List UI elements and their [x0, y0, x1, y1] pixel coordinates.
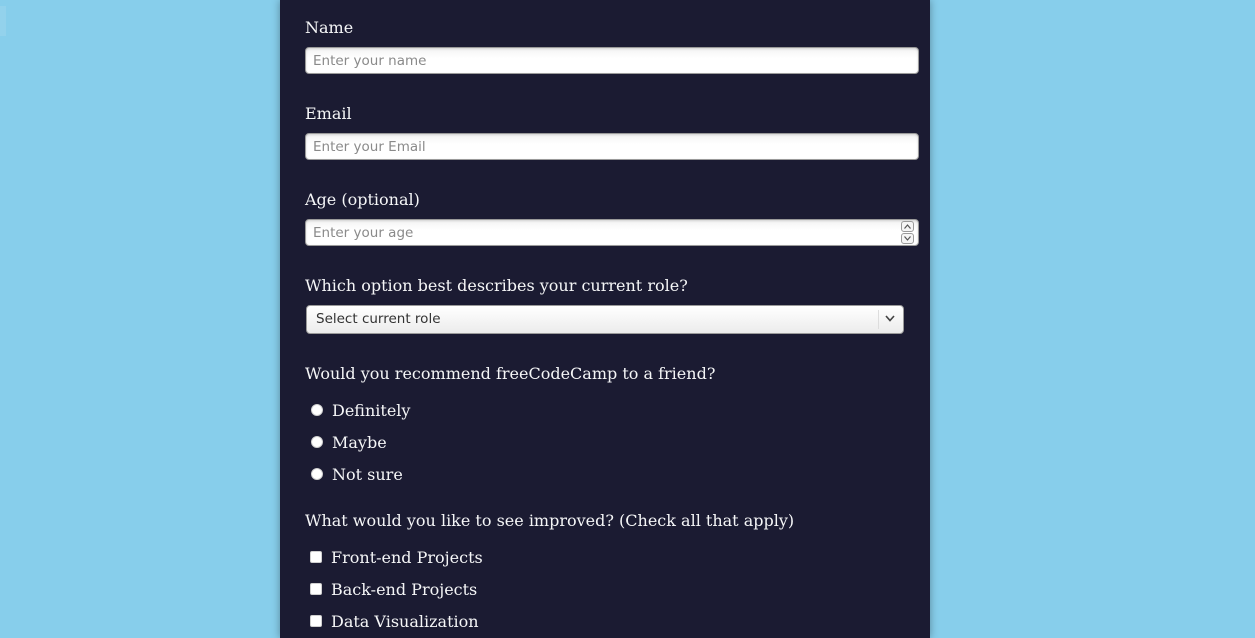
- role-select-value: Select current role: [316, 311, 441, 327]
- role-select[interactable]: Select current role: [306, 305, 904, 334]
- improve-label: What would you like to see improved? (Ch…: [305, 511, 795, 530]
- page-edge-marker: [0, 6, 6, 36]
- radio-button[interactable]: [311, 404, 323, 416]
- radio-button[interactable]: [311, 468, 323, 480]
- checkbox-option-front-end[interactable]: Front-end Projects: [310, 547, 483, 567]
- chevron-down-icon: [904, 236, 911, 241]
- age-field: [280, 219, 930, 246]
- radio-option-maybe[interactable]: Maybe: [310, 432, 387, 452]
- checkbox-label: Data Visualization: [331, 611, 479, 631]
- radio-label: Definitely: [332, 400, 411, 420]
- radio-button[interactable]: [311, 436, 323, 448]
- radio-label: Not sure: [332, 464, 403, 484]
- age-spinner[interactable]: [901, 221, 914, 244]
- radio-option-not-sure[interactable]: Not sure: [310, 464, 403, 484]
- email-input[interactable]: [305, 133, 919, 160]
- checkbox-label: Front-end Projects: [331, 547, 483, 567]
- age-input[interactable]: [305, 219, 919, 246]
- age-label: Age (optional): [305, 190, 420, 209]
- checkbox-option-data-visualization[interactable]: Data Visualization: [310, 611, 479, 631]
- checkbox[interactable]: [310, 615, 322, 627]
- name-input[interactable]: [305, 47, 919, 74]
- email-label: Email: [305, 104, 352, 123]
- increment-button[interactable]: [901, 221, 914, 232]
- checkbox-label: Back-end Projects: [331, 579, 478, 599]
- radio-label: Maybe: [332, 432, 387, 452]
- decrement-button[interactable]: [901, 233, 914, 244]
- select-divider: [878, 310, 879, 329]
- survey-form: Name Email Age (optional) Which option b…: [280, 0, 930, 638]
- radio-option-definitely[interactable]: Definitely: [310, 400, 410, 420]
- checkbox[interactable]: [310, 583, 322, 595]
- checkbox-option-back-end[interactable]: Back-end Projects: [310, 579, 477, 599]
- chevron-down-icon: [885, 315, 895, 322]
- checkbox[interactable]: [310, 551, 322, 563]
- recommend-label: Would you recommend freeCodeCamp to a fr…: [305, 364, 716, 383]
- chevron-up-icon: [904, 224, 911, 229]
- role-label: Which option best describes your current…: [305, 276, 688, 295]
- name-label: Name: [305, 18, 354, 37]
